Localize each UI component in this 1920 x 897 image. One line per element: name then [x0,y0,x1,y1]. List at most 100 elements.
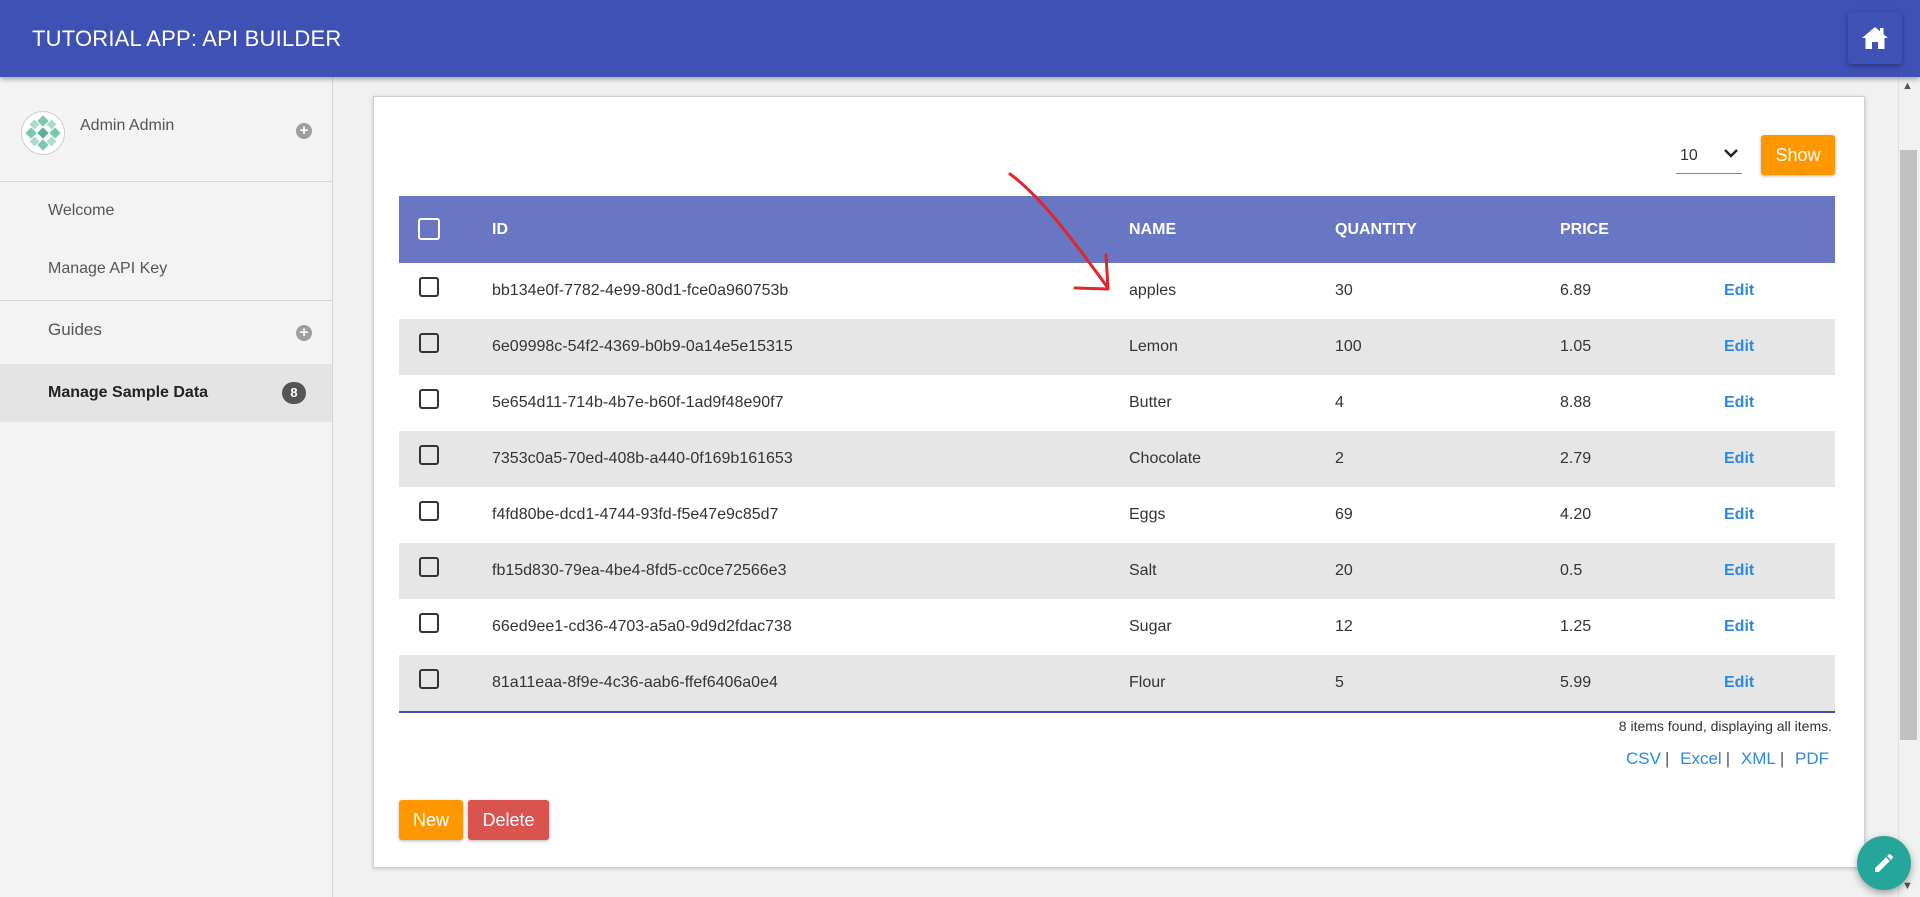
sidebar-item-label: Guides [48,320,102,339]
chevron-down-icon [1724,149,1738,158]
page-size-select[interactable]: 10 [1676,138,1742,174]
edit-link[interactable]: Edit [1724,431,1754,487]
column-header-name[interactable]: NAME [1129,196,1176,263]
edit-link[interactable]: Edit [1724,263,1754,319]
separator: | [1725,749,1731,768]
cell-name: Lemon [1129,338,1178,355]
cell-name: Salt [1129,562,1157,579]
table-row: fb15d830-79ea-4be4-8fd5-cc0ce72566e3 Sal… [399,543,1835,599]
scroll-up-icon[interactable]: ▲ [1902,80,1913,92]
home-button[interactable] [1848,12,1902,64]
cell-id: 5e654d11-714b-4b7e-b60f-1ad9f48e90f7 [492,394,784,411]
scrollbar-thumb[interactable] [1900,150,1917,740]
table-row: 5e654d11-714b-4b7e-b60f-1ad9f48e90f7 But… [399,375,1835,431]
sidebar-item-guides[interactable]: Guides + [0,301,332,359]
table-row: 81a11eaa-8f9e-4c36-aab6-ffef6406a0e4 Flo… [399,655,1835,711]
top-app-bar: TUTORIAL APP: API BUILDER [0,0,1920,77]
delete-button[interactable]: Delete [468,800,549,840]
cell-quantity: 12 [1335,618,1353,635]
row-checkbox[interactable] [419,333,439,353]
sidebar: Admin Admin + Welcome Manage API Key Gui… [0,77,333,897]
sidebar-item-label: Welcome [48,202,115,219]
export-csv-link[interactable]: CSV [1626,749,1661,768]
cell-id: 81a11eaa-8f9e-4c36-aab6-ffef6406a0e4 [492,674,778,691]
cell-name: Eggs [1129,506,1166,523]
export-pdf-link[interactable]: PDF [1795,749,1829,768]
select-all-checkbox[interactable] [418,218,440,240]
cell-quantity: 30 [1335,282,1353,299]
page-size-value: 10 [1680,146,1698,164]
cell-price: 5.99 [1560,674,1592,691]
app-title: TUTORIAL APP: API BUILDER [32,26,342,51]
scroll-down-icon[interactable]: ▼ [1902,880,1913,892]
cell-price: 6.89 [1560,282,1592,299]
cell-quantity: 69 [1335,506,1353,523]
avatar-icon [21,111,65,155]
annotation-arrow-icon [1008,172,1110,291]
table-row: 6e09998c-54f2-4369-b0b9-0a14e5e15315 Lem… [399,319,1835,375]
cell-price: 4.20 [1560,506,1592,523]
row-checkbox[interactable] [419,277,439,297]
cell-id: 66ed9ee1-cd36-4703-a5a0-9d9d2fdac738 [492,618,792,635]
table-bottom-border [399,711,1835,713]
results-summary: 8 items found, displaying all items. [1618,718,1832,734]
sidebar-item-manage-api-key[interactable]: Manage API Key [0,240,332,298]
pencil-icon [1875,853,1894,872]
cell-id: bb134e0f-7782-4e99-80d1-fce0a960753b [492,282,789,299]
export-xml-link[interactable]: XML [1741,749,1776,768]
sidebar-item-welcome[interactable]: Welcome [0,182,332,240]
separator: | [1779,749,1785,768]
row-checkbox[interactable] [419,501,439,521]
cell-id: 6e09998c-54f2-4369-b0b9-0a14e5e15315 [492,338,793,355]
cell-id: fb15d830-79ea-4be4-8fd5-cc0ce72566e3 [492,562,787,579]
home-icon [1862,27,1888,49]
cell-name: Chocolate [1129,450,1202,467]
show-button[interactable]: Show [1761,135,1835,175]
row-checkbox[interactable] [419,389,439,409]
export-excel-link[interactable]: Excel [1680,749,1722,768]
sidebar-item-label: Manage Sample Data [48,384,209,401]
row-checkbox[interactable] [419,669,439,689]
table-row: 66ed9ee1-cd36-4703-a5a0-9d9d2fdac738 Sug… [399,599,1835,655]
plus-circle-icon[interactable]: + [296,325,312,341]
edit-link[interactable]: Edit [1724,319,1754,375]
cell-name: Butter [1129,394,1172,411]
cell-quantity: 20 [1335,562,1353,579]
cell-price: 8.88 [1560,394,1592,411]
cell-quantity: 4 [1335,394,1344,411]
row-checkbox[interactable] [419,557,439,577]
user-profile[interactable]: Admin Admin + [0,77,332,182]
cell-quantity: 5 [1335,674,1344,691]
plus-circle-icon[interactable]: + [296,123,312,139]
table-row: 7353c0a5-70ed-408b-a440-0f169b161653 Cho… [399,431,1835,487]
cell-id: f4fd80be-dcd1-4744-93fd-f5e47e9c85d7 [492,506,779,523]
cell-quantity: 2 [1335,450,1344,467]
column-header-price[interactable]: PRICE [1560,196,1609,263]
sidebar-item-manage-sample-data[interactable]: Manage Sample Data 8 [0,364,332,422]
edit-link[interactable]: Edit [1724,655,1754,711]
edit-link[interactable]: Edit [1724,543,1754,599]
cell-name: apples [1129,282,1177,299]
new-button[interactable]: New [399,800,463,840]
column-header-quantity[interactable]: QUANTITY [1335,196,1417,263]
row-checkbox[interactable] [419,613,439,633]
edit-link[interactable]: Edit [1724,375,1754,431]
count-badge: 8 [282,382,306,404]
cell-price: 0.5 [1560,562,1583,579]
edit-fab-button[interactable] [1857,836,1911,890]
cell-price: 1.25 [1560,618,1592,635]
edit-link[interactable]: Edit [1724,487,1754,543]
row-checkbox[interactable] [419,445,439,465]
table-row: f4fd80be-dcd1-4744-93fd-f5e47e9c85d7 Egg… [399,487,1835,543]
cell-name: Flour [1129,674,1166,691]
cell-id: 7353c0a5-70ed-408b-a440-0f169b161653 [492,450,793,467]
cell-price: 1.05 [1560,338,1592,355]
sidebar-item-label: Manage API Key [48,260,168,277]
separator: | [1664,749,1670,768]
column-header-id[interactable]: ID [492,196,508,263]
cell-name: Sugar [1129,618,1172,635]
cell-price: 2.79 [1560,450,1592,467]
user-name: Admin Admin [80,117,175,134]
edit-link[interactable]: Edit [1724,599,1754,655]
export-links: CSV | Excel | XML | PDF [1574,749,1829,769]
